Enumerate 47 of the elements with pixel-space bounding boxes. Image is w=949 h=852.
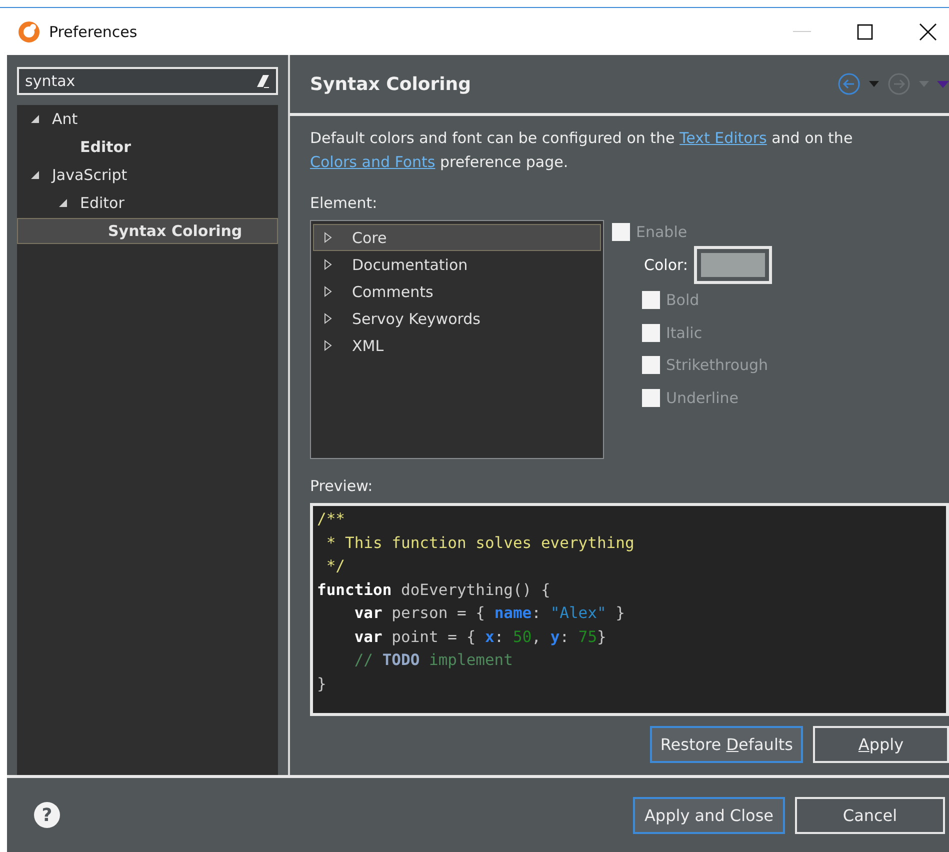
page-button[interactable]: Restore Defaults: [650, 726, 803, 763]
expand-arrow-icon[interactable]: [324, 340, 332, 351]
code-line: var person = { name: "Alex" }: [353, 603, 626, 624]
tree-item[interactable]: Editor: [17, 190, 278, 216]
element-item[interactable]: Core: [313, 224, 601, 251]
code-line: }: [317, 674, 328, 694]
expand-arrow-icon[interactable]: [30, 170, 40, 180]
expand-arrow-icon[interactable]: [58, 198, 68, 208]
checkbox-label: Italic: [666, 324, 702, 342]
element-item[interactable]: Servoy Keywords: [313, 305, 601, 332]
code-line: // TODO implement: [353, 650, 514, 671]
preview-label: Preview:: [310, 477, 374, 495]
description-text: Default colors and font can be configured on the Text Editors and on the Colors and Fonts preference page.: [310, 128, 854, 173]
checkbox-label: Underline: [666, 388, 738, 407]
color-swatch: [700, 253, 765, 277]
window-title: Preferences: [49, 22, 138, 40]
checkbox-label: Bold: [666, 291, 700, 310]
checkbox-label: Strikethrough: [666, 356, 768, 374]
expand-arrow-icon[interactable]: [324, 259, 332, 270]
expand-arrow-icon[interactable]: [324, 286, 332, 297]
checkbox-label: Enable: [636, 223, 688, 241]
help-icon[interactable]: ?: [32, 800, 62, 830]
tree-item[interactable]: JavaScript: [17, 162, 278, 188]
expand-arrow-icon[interactable]: [30, 114, 40, 124]
element-label: Element:: [310, 194, 378, 212]
dialog-button[interactable]: Apply and Close: [633, 796, 785, 834]
maximize-icon[interactable]: [857, 24, 873, 40]
code-line: /**: [317, 509, 346, 530]
code-line: */: [325, 556, 346, 577]
dialog-button[interactable]: Cancel: [795, 796, 945, 834]
close-icon[interactable]: [919, 22, 937, 40]
code-line: var point = { x: 50, y: 75}: [353, 626, 608, 648]
expand-arrow-icon[interactable]: [324, 232, 332, 243]
expand-arrow-icon[interactable]: [324, 313, 332, 324]
page-button[interactable]: Apply: [813, 726, 949, 763]
tree-item[interactable]: Ant: [17, 106, 278, 132]
color-label: Color:: [644, 256, 688, 274]
app-logo-icon: [18, 20, 40, 42]
page-title: Syntax Coloring: [310, 74, 471, 94]
code-line: function doEverything() {: [317, 580, 552, 600]
tree-item[interactable]: Syntax Coloring: [17, 218, 278, 244]
filter-field[interactable]: syntax: [17, 67, 278, 95]
element-item[interactable]: XML: [313, 332, 601, 359]
code-line: * This function solves everything: [325, 532, 636, 554]
element-item[interactable]: Comments: [313, 278, 601, 305]
tree-item[interactable]: Editor: [17, 134, 278, 160]
element-item[interactable]: Documentation: [313, 251, 601, 278]
